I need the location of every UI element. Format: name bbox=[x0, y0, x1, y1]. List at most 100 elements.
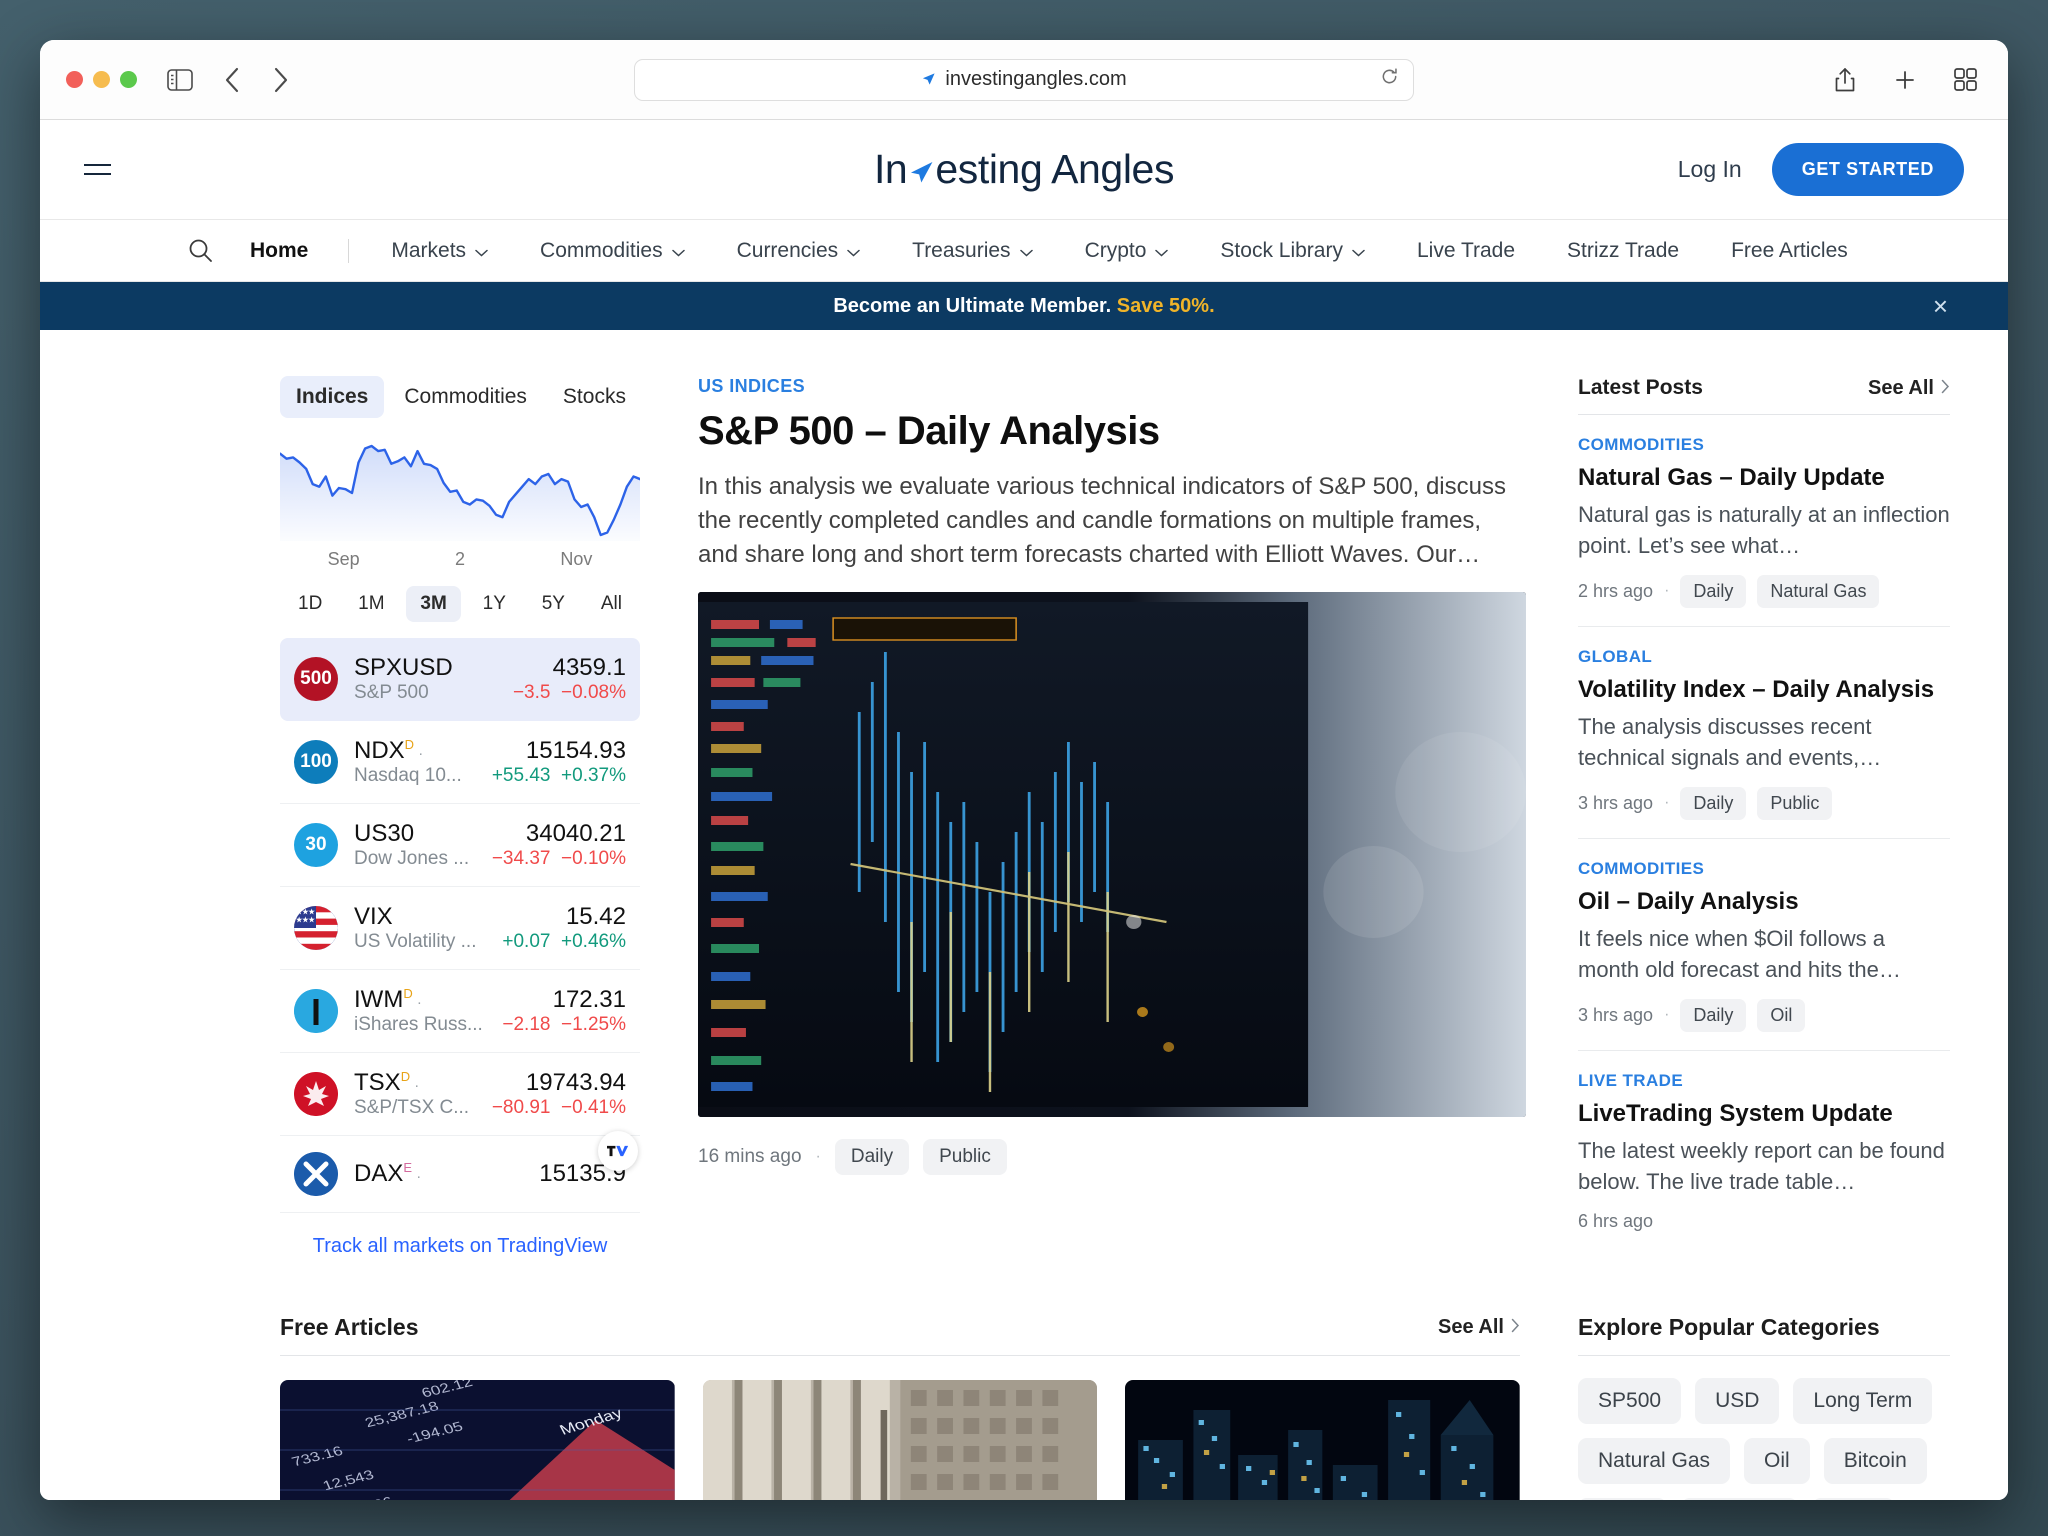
maximize-window-button[interactable] bbox=[120, 71, 137, 88]
post-chip[interactable]: Natural Gas bbox=[1757, 574, 1880, 608]
post-chip[interactable]: Daily bbox=[1680, 786, 1747, 820]
ticker-row-tsx[interactable]: TSXD · 19743.94 S&P/TSX C... −80.91 −0.41% bbox=[280, 1053, 640, 1136]
latest-posts-see-all[interactable]: See All bbox=[1868, 377, 1950, 400]
range-3m[interactable]: 3M bbox=[406, 586, 461, 622]
article-hero-image[interactable] bbox=[698, 592, 1526, 1118]
page-content: Indices Commodities Stocks Sep 2 Nov 1D … bbox=[40, 330, 2008, 1500]
back-arrow-icon[interactable] bbox=[215, 63, 249, 97]
post-item[interactable]: GLOBAL Volatility Index – Daily Analysis T… bbox=[1578, 627, 1950, 839]
get-started-button[interactable]: GET STARTED bbox=[1771, 143, 1964, 196]
meta-separator: · bbox=[1664, 582, 1670, 600]
category-tag[interactable]: Tools bbox=[1578, 1498, 1668, 1500]
article-headline[interactable]: S&P 500 – Daily Analysis bbox=[698, 409, 1526, 454]
site-favicon-icon bbox=[921, 72, 936, 87]
close-window-button[interactable] bbox=[66, 71, 83, 88]
latest-posts-header: Latest Posts See All bbox=[1578, 376, 1950, 415]
address-bar-text: investingangles.com bbox=[945, 68, 1127, 90]
free-articles-see-all[interactable]: See All bbox=[1438, 1316, 1520, 1339]
article-kicker[interactable]: US INDICES bbox=[698, 376, 1526, 397]
nav-item-free-articles[interactable]: Free Articles bbox=[1705, 239, 1874, 263]
nav-item-home[interactable]: Home bbox=[250, 238, 350, 263]
nav-item-strizz-trade[interactable]: Strizz Trade bbox=[1541, 239, 1705, 263]
sidebar-toggle-icon[interactable] bbox=[163, 63, 197, 97]
svg-text:★★★: ★★★ bbox=[296, 916, 316, 924]
range-1d[interactable]: 1D bbox=[284, 586, 336, 622]
ticker-symbol: VIX bbox=[354, 903, 393, 930]
post-category[interactable]: GLOBAL bbox=[1578, 647, 1950, 667]
post-category[interactable]: LIVE TRADE bbox=[1578, 1071, 1950, 1091]
tab-stocks[interactable]: Stocks bbox=[547, 376, 642, 418]
post-chip[interactable]: Daily bbox=[1680, 574, 1747, 608]
thumbnail-city-skyline[interactable] bbox=[1125, 1380, 1521, 1500]
new-tab-plus-icon[interactable] bbox=[1888, 63, 1922, 97]
post-chip[interactable]: Oil bbox=[1757, 998, 1806, 1032]
window-controls[interactable] bbox=[66, 71, 137, 88]
thumbnail-stock-board[interactable]: 733.1612,54325,387.18 602.12-194.050.66 … bbox=[280, 1380, 675, 1500]
forward-arrow-icon[interactable] bbox=[263, 63, 297, 97]
tradingview-link[interactable]: Track all markets on TradingView bbox=[280, 1235, 640, 1258]
ticker-row-us30[interactable]: 30 US30 34040.21 Dow Jones ... −34.37 −0.10% bbox=[280, 804, 640, 887]
address-bar[interactable]: investingangles.com bbox=[634, 58, 1414, 101]
range-1m[interactable]: 1M bbox=[344, 586, 398, 622]
nav-item-live-trade[interactable]: Live Trade bbox=[1391, 239, 1541, 263]
ticker-row-ndx[interactable]: 100 NDXD · 15154.93 Nasdaq 10... +55.43 +0.3… bbox=[280, 721, 640, 804]
search-icon[interactable] bbox=[188, 238, 213, 263]
article-chip-public[interactable]: Public bbox=[923, 1139, 1007, 1176]
post-chip[interactable]: Public bbox=[1757, 786, 1833, 820]
post-item[interactable]: COMMODITIES Natural Gas – Daily Update Nat… bbox=[1578, 415, 1950, 627]
post-title[interactable]: Oil – Daily Analysis bbox=[1578, 887, 1950, 916]
tab-commodities[interactable]: Commodities bbox=[388, 376, 543, 418]
nav-item-currencies[interactable]: Currencies bbox=[711, 239, 887, 263]
thumbnail-nyse-columns[interactable] bbox=[702, 1380, 1098, 1500]
post-category[interactable]: COMMODITIES bbox=[1578, 435, 1950, 455]
category-tag[interactable]: Volatility bbox=[1681, 1498, 1799, 1500]
post-item[interactable]: LIVE TRADE LiveTrading System Update The l… bbox=[1578, 1051, 1950, 1250]
range-1y[interactable]: 1Y bbox=[469, 586, 520, 622]
nav-label: Commodities bbox=[540, 238, 663, 262]
tab-indices[interactable]: Indices bbox=[280, 376, 385, 418]
nav-item-crypto[interactable]: Crypto bbox=[1059, 239, 1195, 263]
nav-item-markets[interactable]: Markets bbox=[365, 239, 514, 263]
nav-item-commodities[interactable]: Commodities bbox=[514, 239, 711, 263]
category-tag[interactable]: Oil bbox=[1744, 1438, 1810, 1484]
promo-banner-text[interactable]: Become an Ultimate Member. Save 50%. bbox=[833, 295, 1214, 318]
category-tag[interactable]: Long Term bbox=[1793, 1378, 1933, 1424]
ticker-row-iwm[interactable]: IWMD · 172.31 iShares Russ... −2.18 −1.25% bbox=[280, 970, 640, 1053]
minimize-window-button[interactable] bbox=[93, 71, 110, 88]
tab-overview-icon[interactable] bbox=[1948, 63, 1982, 97]
ticker-symbol: TSXD · bbox=[354, 1069, 420, 1096]
nav-item-stock-library[interactable]: Stock Library bbox=[1194, 239, 1391, 263]
axis-tick-1: 2 bbox=[455, 549, 466, 569]
site-logo[interactable]: In esting Angles bbox=[874, 146, 1175, 193]
post-chip[interactable]: Daily bbox=[1680, 998, 1747, 1032]
post-item[interactable]: COMMODITIES Oil – Daily Analysis It feels … bbox=[1578, 839, 1950, 1051]
category-tag[interactable]: Bitcoin bbox=[1823, 1438, 1927, 1484]
category-tag[interactable]: USD bbox=[1695, 1378, 1780, 1424]
ticker-row-spxusd[interactable]: 500 SPXUSD 4359.1 S&P 500 −3.5 −0.08% bbox=[280, 638, 640, 721]
logo-text-post: esting Angles bbox=[935, 146, 1175, 192]
category-tag[interactable]: DAX bbox=[1812, 1498, 1896, 1500]
ticker-row-dax[interactable]: DAXE · 15135.9 bbox=[280, 1136, 640, 1213]
article-chip-daily[interactable]: Daily bbox=[834, 1139, 910, 1176]
see-all-label: See All bbox=[1438, 1316, 1504, 1338]
nav-label: Currencies bbox=[736, 238, 839, 262]
post-category[interactable]: COMMODITIES bbox=[1578, 859, 1950, 879]
latest-posts-list: COMMODITIES Natural Gas – Daily Update Nat… bbox=[1578, 415, 1950, 1250]
post-title[interactable]: Natural Gas – Daily Update bbox=[1578, 463, 1950, 492]
nav-item-treasuries[interactable]: Treasuries bbox=[886, 239, 1058, 263]
close-icon[interactable]: × bbox=[1933, 293, 1948, 319]
ticker-row-vix[interactable]: ★★★ ★★★ VIX 15.42 US Volatility ... +0.07 +0.… bbox=[280, 887, 640, 970]
post-title[interactable]: Volatility Index – Daily Analysis bbox=[1578, 675, 1950, 704]
ticker-name: S&P 500 bbox=[354, 682, 429, 703]
share-icon[interactable] bbox=[1828, 63, 1862, 97]
post-title[interactable]: LiveTrading System Update bbox=[1578, 1099, 1950, 1128]
range-5y[interactable]: 5Y bbox=[528, 586, 579, 622]
reload-icon[interactable] bbox=[1380, 67, 1399, 92]
range-all[interactable]: All bbox=[587, 586, 636, 622]
log-in-link[interactable]: Log In bbox=[1678, 156, 1742, 183]
hamburger-menu-icon[interactable] bbox=[84, 164, 111, 175]
category-tag[interactable]: Natural Gas bbox=[1578, 1438, 1731, 1484]
ticker-name-row: iShares Russ... −2.18 −1.25% bbox=[354, 1014, 626, 1036]
article-timestamp: 16 mins ago bbox=[698, 1146, 802, 1168]
category-tag[interactable]: SP500 bbox=[1578, 1378, 1682, 1424]
